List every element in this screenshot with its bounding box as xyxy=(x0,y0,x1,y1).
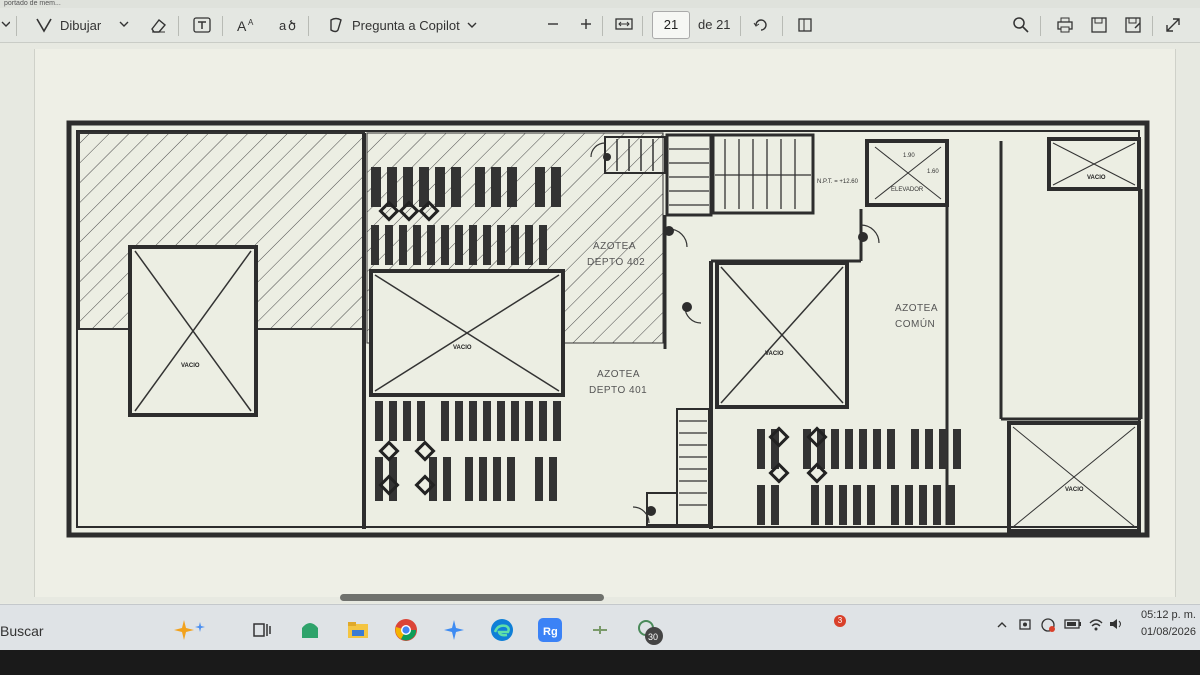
security-icon[interactable] xyxy=(1040,617,1056,633)
clock-time: 05:12 p. m. xyxy=(1140,609,1196,621)
draw-button[interactable]: Dibujar xyxy=(34,16,101,34)
page-total-label: de 21 xyxy=(698,17,731,32)
read-aloud-icon[interactable]: aծ xyxy=(278,16,300,34)
draw-options-chevron-icon[interactable] xyxy=(118,18,130,30)
copilot-app-icon[interactable] xyxy=(442,618,466,642)
azotea-comun-subtitle: COMÚN xyxy=(895,317,935,330)
pdf-toolbar: Dibujar AA aծ Pregunta a Copilot 21 de 2… xyxy=(0,8,1200,43)
save-as-icon[interactable] xyxy=(1124,16,1142,34)
minus-icon xyxy=(548,23,558,25)
camera-icon[interactable] xyxy=(1018,617,1032,631)
pen-icon xyxy=(36,18,52,33)
architectural-floor-plan: VACIO VACIO AZOTEA DEPTO 402 AZOTEA DEPT… xyxy=(66,120,1150,538)
npt-level-label: N.P.T. = +12.60 xyxy=(817,179,859,185)
horizontal-scrollbar[interactable] xyxy=(340,594,604,601)
dimension-190: 1.90 xyxy=(903,153,915,159)
plus-icon xyxy=(581,19,591,29)
azotea-comun-title: AZOTEA xyxy=(895,303,938,314)
azotea-402-title: AZOTEA xyxy=(593,241,636,252)
print-icon[interactable] xyxy=(1056,16,1074,34)
windows-taskbar: Buscar Rg 30 3 05:12 p. m. 01/08/2026 xyxy=(0,604,1200,650)
pdf-page: VACIO VACIO AZOTEA DEPTO 402 AZOTEA DEPT… xyxy=(34,49,1176,597)
taskbar-search[interactable]: Buscar xyxy=(0,623,44,639)
copilot-icon xyxy=(330,17,342,33)
svg-text:A: A xyxy=(237,18,247,34)
vacio-label: VACIO xyxy=(1065,487,1084,493)
volume-icon[interactable] xyxy=(1108,617,1124,631)
pdf-reader-app-icon[interactable]: Rg xyxy=(538,618,562,642)
screen: portado de mem... Dibujar AA aծ Pregunta… xyxy=(0,0,1200,650)
battery-icon[interactable] xyxy=(1064,617,1082,631)
chevron-left-icon[interactable] xyxy=(0,18,10,30)
rotate-icon[interactable] xyxy=(752,16,770,34)
zoom-out-button[interactable] xyxy=(545,16,561,32)
system-clock[interactable]: 05:12 p. m. 01/08/2026 xyxy=(1126,607,1196,641)
chat-app-icon[interactable]: 30 xyxy=(636,618,663,645)
dimension-160: 1.60 xyxy=(927,169,939,175)
store-icon[interactable] xyxy=(298,618,322,642)
copilot-sparkle-icon[interactable] xyxy=(174,618,205,642)
task-view-icon[interactable] xyxy=(250,618,274,642)
copilot-label: Pregunta a Copilot xyxy=(352,17,460,33)
vacio-label: VACIO xyxy=(1087,175,1106,181)
notification-badge[interactable]: 3 xyxy=(834,615,846,627)
app-badge-count: 30 xyxy=(648,632,658,642)
search-icon[interactable] xyxy=(1012,16,1030,34)
file-explorer-icon[interactable] xyxy=(346,618,370,642)
wifi-icon[interactable] xyxy=(1088,617,1104,631)
azotea-401-title: AZOTEA xyxy=(597,369,640,380)
svg-text:Rg: Rg xyxy=(543,626,558,638)
save-icon[interactable] xyxy=(1090,16,1108,34)
fit-width-icon[interactable] xyxy=(614,16,634,32)
vacio-label: VACIO xyxy=(765,351,784,357)
zoom-in-button[interactable] xyxy=(578,16,594,32)
edge-icon[interactable] xyxy=(490,618,514,642)
vacio-label: VACIO xyxy=(453,345,472,351)
vacio-label: VACIO xyxy=(181,363,200,369)
svg-text:a: a xyxy=(279,18,287,33)
chevron-down-icon xyxy=(467,22,477,28)
svg-text:A: A xyxy=(248,18,254,27)
text-box-icon[interactable] xyxy=(192,16,212,34)
page-view-icon[interactable] xyxy=(796,16,814,34)
draw-label: Dibujar xyxy=(60,17,102,33)
copilot-button[interactable]: Pregunta a Copilot xyxy=(326,16,478,34)
page-number-input[interactable]: 21 xyxy=(652,11,690,39)
document-viewer[interactable]: VACIO VACIO AZOTEA DEPTO 402 AZOTEA DEPT… xyxy=(0,43,1200,603)
clock-date: 01/08/2026 xyxy=(1140,626,1196,638)
app-icon[interactable] xyxy=(588,618,612,642)
azotea-401-subtitle: DEPTO 401 xyxy=(589,385,647,396)
chrome-icon[interactable] xyxy=(394,618,418,642)
svg-text:ծ: ծ xyxy=(288,18,296,33)
window-title: portado de mem... xyxy=(0,0,1200,8)
show-hidden-icons-chevron-icon[interactable] xyxy=(996,619,1008,631)
azotea-402-subtitle: DEPTO 402 xyxy=(587,257,645,268)
text-size-icon[interactable]: AA xyxy=(236,16,258,34)
elevator-label: ELEVADOR xyxy=(891,187,924,193)
expand-icon[interactable] xyxy=(1164,16,1182,34)
eraser-icon[interactable] xyxy=(148,16,168,34)
